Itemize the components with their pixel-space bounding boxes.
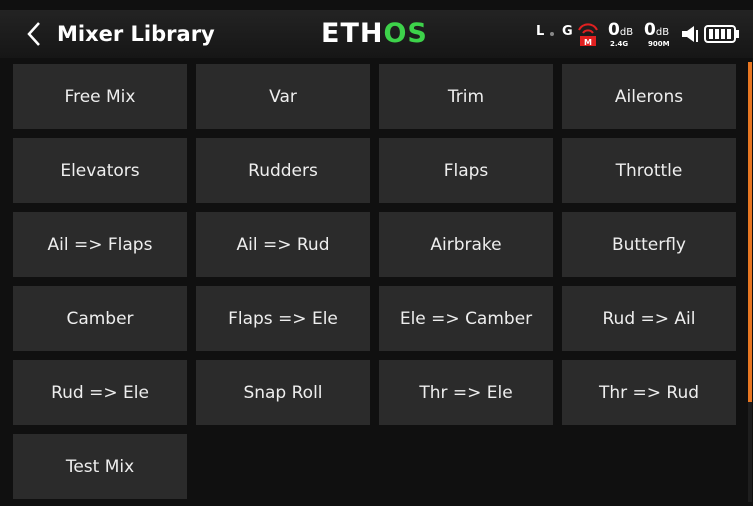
band-24-label: 2.4G bbox=[610, 40, 629, 48]
svg-text:M: M bbox=[584, 38, 592, 47]
mixer-tile[interactable]: Test Mix bbox=[13, 434, 187, 499]
mixer-tile[interactable]: Thr => Ele bbox=[379, 360, 553, 425]
mixer-tile[interactable]: Free Mix bbox=[13, 64, 187, 129]
telemetry-L-icon: L bbox=[536, 24, 545, 39]
logo-suffix: OS bbox=[383, 18, 428, 49]
screen: Mixer Library ETHOS L G M 0dB 2.4G 0dB 9… bbox=[0, 0, 753, 506]
back-button[interactable] bbox=[18, 10, 50, 58]
mixer-tile[interactable]: Ailerons bbox=[562, 64, 736, 129]
page-title: Mixer Library bbox=[57, 22, 215, 46]
header-bar: Mixer Library ETHOS L G M 0dB 2.4G 0dB 9… bbox=[0, 10, 753, 58]
mixer-tile[interactable]: Ail => Rud bbox=[196, 212, 370, 277]
mixer-tile[interactable]: Rudders bbox=[196, 138, 370, 203]
status-area: L G M 0dB 2.4G 0dB 900M bbox=[520, 14, 750, 54]
mixer-tile[interactable]: Trim bbox=[379, 64, 553, 129]
mixer-tile[interactable]: Airbrake bbox=[379, 212, 553, 277]
ethos-logo: ETHOS bbox=[321, 10, 428, 58]
battery-icon bbox=[704, 25, 739, 43]
mixer-tile[interactable]: Var bbox=[196, 64, 370, 129]
logo-prefix: ETH bbox=[321, 18, 384, 49]
scrollbar-thumb[interactable] bbox=[748, 62, 752, 402]
telemetry-G-icon: G bbox=[562, 24, 573, 39]
mixer-tile[interactable]: Ail => Flaps bbox=[13, 212, 187, 277]
mixer-tile[interactable]: Camber bbox=[13, 286, 187, 351]
mixer-tile[interactable]: Flaps => Ele bbox=[196, 286, 370, 351]
mixer-tile[interactable]: Throttle bbox=[562, 138, 736, 203]
rf-module-icon: M bbox=[578, 23, 598, 47]
mixer-tile[interactable]: Flaps bbox=[379, 138, 553, 203]
scrollbar[interactable] bbox=[748, 62, 752, 502]
mixer-tile[interactable]: Snap Roll bbox=[196, 360, 370, 425]
rssi-24-value: 0dB bbox=[608, 20, 634, 40]
mixer-tile[interactable]: Ele => Camber bbox=[379, 286, 553, 351]
rssi-900-value: 0dB bbox=[644, 20, 670, 40]
mixer-tile[interactable]: Rud => Ele bbox=[13, 360, 187, 425]
mixer-tile[interactable]: Rud => Ail bbox=[562, 286, 736, 351]
separator-dot bbox=[550, 32, 554, 36]
mixer-tile[interactable]: Butterfly bbox=[562, 212, 736, 277]
volume-icon[interactable] bbox=[680, 24, 700, 44]
mixer-tile[interactable]: Thr => Rud bbox=[562, 360, 736, 425]
band-900-label: 900M bbox=[648, 40, 670, 48]
chevron-left-icon bbox=[27, 22, 40, 46]
mixer-tile[interactable]: Elevators bbox=[13, 138, 187, 203]
